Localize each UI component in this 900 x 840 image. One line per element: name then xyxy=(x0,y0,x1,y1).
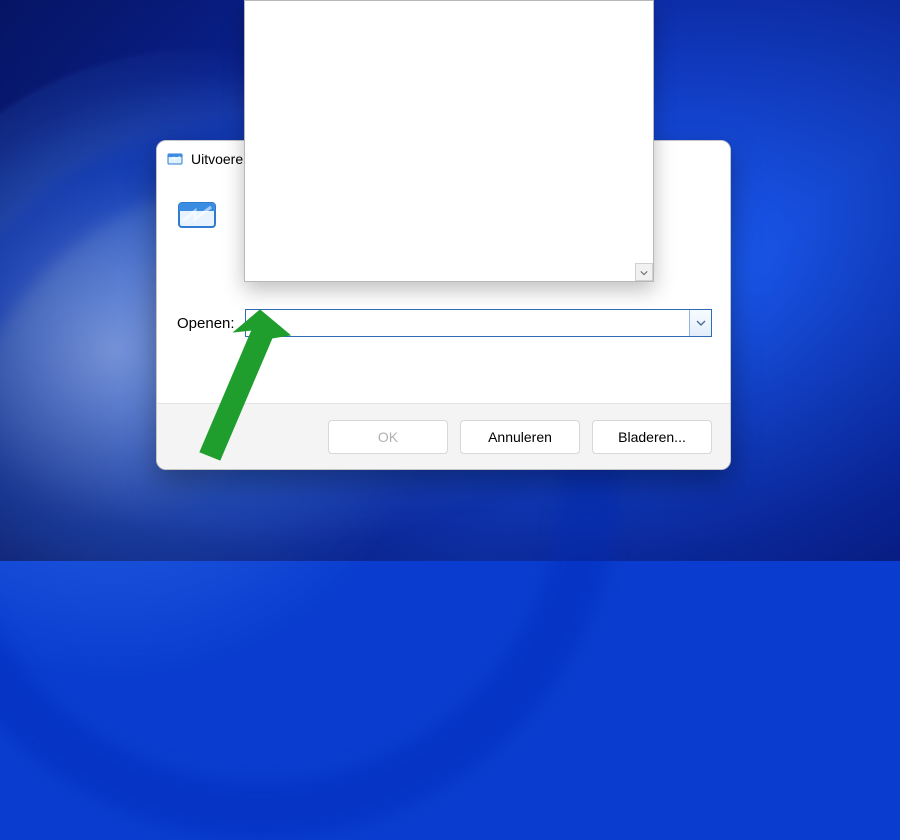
scrollbar-down-button[interactable] xyxy=(635,263,653,281)
titlebar-title: Uitvoeren xyxy=(191,151,251,167)
chevron-down-icon xyxy=(696,315,706,331)
open-combobox[interactable] xyxy=(245,309,712,337)
browse-button[interactable]: Bladeren... xyxy=(592,420,712,454)
open-input[interactable] xyxy=(246,310,689,336)
dialog-footer: OK Annuleren Bladeren... xyxy=(157,403,730,469)
open-dropdown-button[interactable] xyxy=(689,310,711,336)
open-label: Openen: xyxy=(177,315,235,332)
ok-button[interactable]: OK xyxy=(328,420,448,454)
autocomplete-popup[interactable] xyxy=(244,0,654,282)
run-icon-large xyxy=(177,195,217,235)
cancel-button[interactable]: Annuleren xyxy=(460,420,580,454)
chevron-down-icon xyxy=(640,264,648,280)
run-icon-small xyxy=(167,151,183,167)
